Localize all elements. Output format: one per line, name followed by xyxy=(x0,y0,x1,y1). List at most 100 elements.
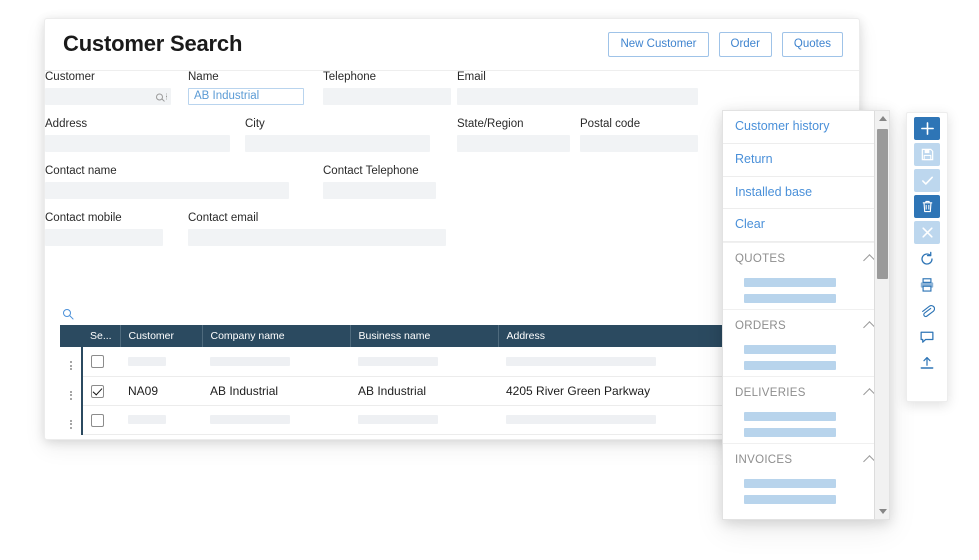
field-label: Postal code xyxy=(580,118,641,130)
field-label: Contact email xyxy=(188,212,259,224)
field-label: Telephone xyxy=(323,71,377,83)
panel-section-orders[interactable]: ORDERS xyxy=(723,309,889,338)
table-row[interactable]: NA09 AB Industrial AB Industrial 4205 River… xyxy=(60,376,760,406)
quotes-button[interactable]: Quotes xyxy=(781,32,843,57)
list-item[interactable] xyxy=(744,345,836,354)
triangle-up-icon xyxy=(878,116,887,121)
panel-content: Customer history Return Installed base Clea… xyxy=(723,111,889,510)
column-header[interactable]: Company name xyxy=(202,325,351,347)
cell-customer xyxy=(120,405,202,435)
field-name: Name AB Industrial xyxy=(188,71,304,105)
more-options-icon[interactable] xyxy=(165,93,167,100)
placeholder-bar xyxy=(358,356,438,366)
row-select-cell[interactable] xyxy=(81,347,120,377)
new-customer-button[interactable]: New Customer xyxy=(608,32,709,57)
section-label: ORDERS xyxy=(735,320,787,332)
triangle-down-icon xyxy=(878,509,887,514)
table-search-icon[interactable] xyxy=(63,309,71,317)
field-telephone: Telephone xyxy=(323,71,451,105)
cell-company xyxy=(202,347,350,377)
field-input[interactable] xyxy=(457,88,698,105)
kebab-icon xyxy=(69,390,72,400)
placeholder-bar xyxy=(506,356,656,366)
field-input[interactable] xyxy=(45,229,163,246)
table-row[interactable] xyxy=(60,405,760,435)
list-item[interactable] xyxy=(744,412,836,421)
row-menu-button[interactable] xyxy=(60,405,82,434)
field-input[interactable] xyxy=(323,182,436,199)
field-label: Contact Telephone xyxy=(323,165,419,177)
field-input[interactable] xyxy=(45,135,230,152)
field-label: Customer xyxy=(45,71,95,83)
scrollbar-thumb[interactable] xyxy=(877,129,888,279)
check-icon[interactable] xyxy=(914,169,940,192)
panel-link-installed-base[interactable]: Installed base xyxy=(723,176,889,210)
field-input[interactable] xyxy=(188,229,446,246)
row-checkbox[interactable] xyxy=(91,355,104,369)
column-header[interactable]: Se... xyxy=(82,325,121,347)
header-button-group: New Customer Order Quotes xyxy=(608,32,843,57)
panel-link-customer-history[interactable]: Customer history xyxy=(723,111,889,144)
section-label: DELIVERIES xyxy=(735,387,806,399)
placeholder-bar xyxy=(210,415,290,424)
field-input[interactable] xyxy=(457,135,570,152)
field-value: AB Industrial xyxy=(194,89,260,102)
column-header[interactable]: Customer xyxy=(120,325,203,347)
print-icon[interactable] xyxy=(914,273,940,296)
panel-link-return[interactable]: Return xyxy=(723,143,889,177)
row-menu-button[interactable] xyxy=(60,376,82,405)
refresh-icon[interactable] xyxy=(914,247,940,270)
kebab-icon xyxy=(69,361,72,371)
field-icons xyxy=(155,93,167,100)
plus-icon[interactable] xyxy=(914,117,940,140)
field-input[interactable] xyxy=(580,135,698,152)
list-item[interactable] xyxy=(744,495,836,504)
table-head: Se... Customer Company name Business name Ad… xyxy=(60,325,760,347)
page-title: Customer Search xyxy=(63,31,243,56)
field-input[interactable]: AB Industrial xyxy=(188,88,304,105)
trash-icon[interactable] xyxy=(914,195,940,218)
panel-section-quotes[interactable]: QUOTES xyxy=(723,242,889,271)
upload-icon[interactable] xyxy=(914,351,940,374)
field-contact-name: Contact name xyxy=(45,165,289,199)
row-menu-button[interactable] xyxy=(60,347,82,376)
placeholder-bar xyxy=(128,356,166,366)
field-label: Address xyxy=(45,118,88,130)
scroll-down-arrow[interactable] xyxy=(875,504,889,519)
row-select-cell[interactable] xyxy=(81,405,120,435)
table-row[interactable] xyxy=(60,347,760,377)
scroll-up-arrow[interactable] xyxy=(875,111,889,126)
panel-section-invoices[interactable]: INVOICES xyxy=(723,443,889,472)
list-item[interactable] xyxy=(744,278,836,287)
field-input[interactable] xyxy=(245,135,430,152)
field-state-region: State/Region xyxy=(457,118,570,152)
field-input[interactable] xyxy=(45,182,289,199)
field-email: Email xyxy=(457,71,698,105)
order-button[interactable]: Order xyxy=(718,32,772,57)
row-checkbox[interactable] xyxy=(91,384,104,398)
comment-icon[interactable] xyxy=(914,325,940,348)
field-label: Email xyxy=(457,71,486,83)
field-input[interactable] xyxy=(45,88,171,105)
paperclip-icon[interactable] xyxy=(914,299,940,322)
column-header[interactable]: Address xyxy=(498,325,760,347)
save-icon[interactable] xyxy=(914,143,940,166)
search-icon[interactable] xyxy=(155,93,163,100)
panel-scrollbar[interactable] xyxy=(874,111,889,519)
close-icon[interactable] xyxy=(914,221,940,244)
list-item[interactable] xyxy=(744,294,836,303)
list-item[interactable] xyxy=(744,479,836,488)
section-items xyxy=(723,345,889,376)
field-input[interactable] xyxy=(323,88,451,105)
field-label: City xyxy=(245,118,265,130)
row-select-cell[interactable] xyxy=(81,376,120,406)
cell-customer: NA09 xyxy=(120,376,202,406)
results-table: Se... Customer Company name Business name Ad… xyxy=(60,325,760,435)
cell-company xyxy=(202,405,350,435)
panel-section-deliveries[interactable]: DELIVERIES xyxy=(723,376,889,405)
list-item[interactable] xyxy=(744,428,836,437)
column-header[interactable]: Business name xyxy=(350,325,499,347)
row-checkbox[interactable] xyxy=(91,413,104,427)
list-item[interactable] xyxy=(744,361,836,370)
panel-link-clear[interactable]: Clear xyxy=(723,209,889,242)
